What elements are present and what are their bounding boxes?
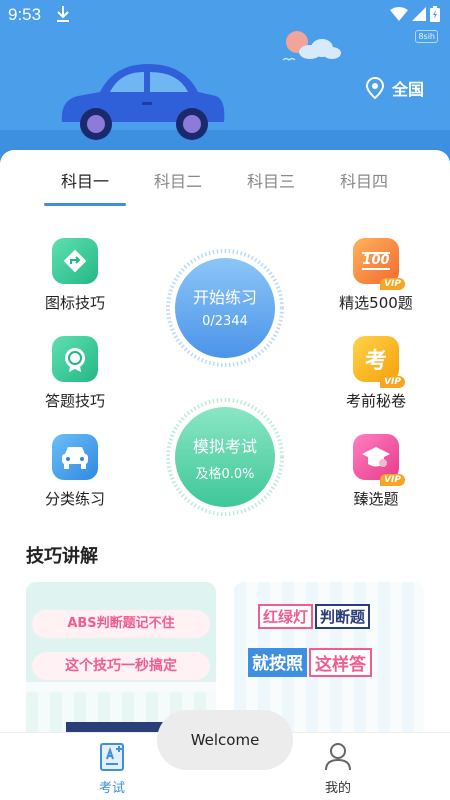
mock-exam-label: 模拟考试 bbox=[192, 437, 257, 456]
main-card: 科目一 科目二 科目三 科目四 图标技巧 答题技巧 分类练习 100 VIP 精… bbox=[0, 150, 450, 742]
feature-pre-exam-secret[interactable]: 考 VIP 考前秘卷 bbox=[316, 336, 436, 411]
wifi-icon bbox=[390, 7, 408, 21]
cell-signal-icon bbox=[412, 7, 426, 21]
feature-answer-tips-label: 答题技巧 bbox=[44, 392, 105, 410]
feature-category-practice[interactable]: 分类练习 bbox=[15, 434, 135, 509]
feature-pre-exam-secret-label: 考前秘卷 bbox=[345, 392, 406, 410]
tab-indicator bbox=[44, 203, 126, 206]
feature-answer-tips[interactable]: 答题技巧 bbox=[15, 336, 135, 411]
mock-exam-button[interactable]: 模拟考试 及格0.0% bbox=[165, 397, 285, 517]
graduation-cap-icon: VIP bbox=[353, 434, 405, 486]
tip-card-traffic-line2a: 就按照 bbox=[248, 648, 307, 677]
nav-mine[interactable]: 我的 bbox=[293, 741, 383, 796]
header-banner: 9:53 8sih 全国 bbox=[0, 0, 450, 170]
exam-paper-icon: 考 VIP bbox=[353, 336, 405, 388]
tip-card-traffic-line2b: 这样答 bbox=[309, 648, 372, 677]
feature-premium-questions[interactable]: VIP 臻选题 bbox=[316, 434, 436, 509]
location-label: 全国 bbox=[391, 80, 424, 99]
network-speed: 8sih bbox=[415, 30, 438, 43]
tip-card-abs-line1: ABS判断题记不住 bbox=[32, 610, 210, 638]
practice-ring bbox=[166, 249, 284, 367]
tab-subject-3[interactable]: 科目三 bbox=[226, 168, 316, 192]
location-pin-icon bbox=[365, 77, 384, 99]
status-bar: 9:53 8sih bbox=[0, 0, 450, 43]
status-time: 9:53 bbox=[8, 5, 42, 24]
battery-icon bbox=[430, 6, 440, 22]
tab-subject-2[interactable]: 科目二 bbox=[133, 168, 223, 192]
feature-sign-tips[interactable]: 图标技巧 bbox=[15, 238, 135, 313]
tip-card-traffic-line1b: 判断题 bbox=[315, 604, 371, 629]
feature-sign-tips-label: 图标技巧 bbox=[44, 294, 105, 312]
status-icons bbox=[390, 6, 440, 22]
tip-card-abs-line2: 这个技巧一秒搞定 bbox=[32, 652, 210, 680]
award-icon bbox=[52, 336, 98, 382]
practice-progress: 0/2344 bbox=[202, 314, 248, 329]
subject-tabs: 科目一 科目二 科目三 科目四 bbox=[0, 168, 450, 208]
nav-mine-label: 我的 bbox=[324, 781, 351, 796]
road-sign-icon bbox=[52, 238, 98, 284]
feature-category-practice-label: 分类练习 bbox=[44, 490, 105, 508]
tips-section-title: 技巧讲解 bbox=[26, 546, 98, 567]
birds-illustration bbox=[282, 57, 296, 61]
tab-subject-1[interactable]: 科目一 bbox=[40, 168, 130, 192]
vip-badge: VIP bbox=[380, 474, 405, 486]
user-icon bbox=[325, 743, 351, 771]
nav-exam-label: 考试 bbox=[98, 781, 125, 796]
start-practice-label: 开始练习 bbox=[192, 288, 257, 307]
exam-doc-icon bbox=[100, 743, 124, 771]
exam-ring bbox=[166, 398, 284, 516]
car-front-icon bbox=[52, 434, 98, 480]
cloud-illustration bbox=[299, 39, 341, 59]
vip-badge: VIP bbox=[380, 278, 405, 290]
location-selector[interactable]: 全国 bbox=[365, 76, 424, 100]
tip-card-traffic-line1a: 红绿灯 bbox=[258, 604, 314, 629]
score-100-icon: 100 VIP bbox=[353, 238, 405, 290]
feature-selected-500-label: 精选500题 bbox=[339, 294, 413, 312]
car-illustration bbox=[61, 64, 225, 140]
download-icon bbox=[56, 5, 70, 27]
vip-badge: VIP bbox=[380, 376, 405, 388]
tab-subject-4[interactable]: 科目四 bbox=[319, 168, 409, 192]
pass-rate: 及格0.0% bbox=[195, 467, 255, 482]
start-practice-button[interactable]: 开始练习 0/2344 bbox=[165, 248, 285, 368]
feature-premium-questions-label: 臻选题 bbox=[353, 490, 399, 508]
feature-selected-500[interactable]: 100 VIP 精选500题 bbox=[316, 238, 436, 313]
welcome-toast: Welcome bbox=[157, 710, 293, 770]
nav-exam[interactable]: 考试 bbox=[67, 741, 157, 796]
